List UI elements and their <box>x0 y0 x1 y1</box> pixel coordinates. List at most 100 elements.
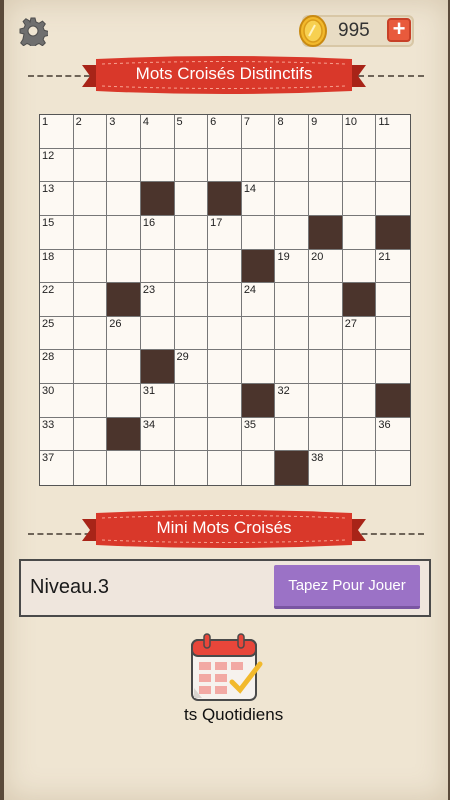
grid-cell[interactable] <box>208 350 242 385</box>
grid-cell[interactable] <box>140 451 175 485</box>
grid-cell[interactable]: 9 <box>309 115 343 149</box>
grid-cell[interactable] <box>309 350 343 385</box>
grid-cell[interactable]: 24 <box>241 283 276 317</box>
grid-cell[interactable] <box>174 283 209 317</box>
grid-cell[interactable]: 2 <box>73 115 108 149</box>
grid-cell[interactable] <box>107 350 141 385</box>
grid-cell[interactable]: 14 <box>241 182 276 216</box>
grid-cell[interactable]: 18 <box>40 249 74 284</box>
grid-cell[interactable] <box>174 451 209 485</box>
grid-cell[interactable]: 21 <box>376 249 410 284</box>
grid-cell[interactable] <box>342 417 377 452</box>
grid-cell[interactable] <box>342 384 377 418</box>
grid-cell[interactable]: 25 <box>40 316 74 351</box>
gear-icon[interactable] <box>18 16 48 46</box>
grid-cell[interactable]: 26 <box>107 316 141 351</box>
grid-cell[interactable]: 35 <box>241 417 276 452</box>
grid-cell[interactable]: 17 <box>208 215 242 250</box>
grid-cell[interactable] <box>309 417 343 452</box>
grid-cell[interactable] <box>275 148 310 183</box>
grid-cell[interactable] <box>342 350 377 385</box>
grid-cell[interactable] <box>73 148 108 183</box>
grid-cell[interactable]: 15 <box>40 215 74 250</box>
grid-cell[interactable] <box>275 215 310 250</box>
grid-cell[interactable]: 12 <box>40 148 74 183</box>
grid-cell[interactable]: 11 <box>376 115 410 149</box>
grid-cell[interactable] <box>73 215 108 250</box>
play-button[interactable]: Tapez Pour Jouer <box>274 565 420 609</box>
grid-cell[interactable] <box>309 148 343 183</box>
grid-cell[interactable] <box>376 182 410 216</box>
grid-cell[interactable] <box>241 451 276 485</box>
grid-cell[interactable] <box>107 249 141 284</box>
grid-cell[interactable] <box>174 384 209 418</box>
grid-cell[interactable] <box>309 384 343 418</box>
grid-cell[interactable]: 5 <box>174 115 209 149</box>
grid-cell[interactable] <box>376 148 410 183</box>
grid-cell[interactable]: 7 <box>241 115 276 149</box>
grid-cell[interactable]: 6 <box>208 115 242 149</box>
grid-cell[interactable] <box>208 283 242 317</box>
grid-cell[interactable] <box>208 451 242 485</box>
grid-cell[interactable]: 33 <box>40 417 74 452</box>
grid-cell[interactable] <box>208 316 242 351</box>
grid-cell[interactable]: 1 <box>40 115 74 149</box>
grid-cell[interactable]: 34 <box>140 417 175 452</box>
grid-cell[interactable] <box>309 316 343 351</box>
grid-cell[interactable] <box>73 249 108 284</box>
grid-cell[interactable] <box>342 249 377 284</box>
grid-cell[interactable]: 31 <box>140 384 175 418</box>
grid-cell[interactable] <box>174 417 209 452</box>
grid-cell[interactable]: 36 <box>376 417 410 452</box>
grid-cell[interactable] <box>309 182 343 216</box>
grid-cell[interactable]: 13 <box>40 182 74 216</box>
grid-cell[interactable]: 38 <box>309 451 343 485</box>
grid-cell[interactable] <box>376 451 410 485</box>
grid-cell[interactable] <box>342 182 377 216</box>
grid-cell[interactable] <box>342 148 377 183</box>
grid-cell[interactable] <box>107 384 141 418</box>
grid-cell[interactable] <box>376 350 410 385</box>
grid-cell[interactable]: 28 <box>40 350 74 385</box>
calendar-icon[interactable] <box>186 632 266 702</box>
grid-cell[interactable] <box>73 417 108 452</box>
grid-cell[interactable] <box>241 350 276 385</box>
grid-cell[interactable] <box>73 451 108 485</box>
grid-cell[interactable] <box>275 350 310 385</box>
grid-cell[interactable] <box>107 215 141 250</box>
grid-cell[interactable] <box>241 316 276 351</box>
grid-cell[interactable]: 37 <box>40 451 74 485</box>
add-coins-button[interactable]: + <box>387 18 411 42</box>
crossword-grid[interactable]: 1 2 3 4 5 6 7 8 9 10 11 12 13 14 15 16 17 18 19 20 21 22 23 24 2… <box>39 114 411 486</box>
grid-cell[interactable] <box>376 283 410 317</box>
grid-cell[interactable] <box>140 316 175 351</box>
grid-cell[interactable] <box>174 249 209 284</box>
grid-cell[interactable]: 30 <box>40 384 74 418</box>
grid-cell[interactable] <box>73 283 108 317</box>
grid-cell[interactable]: 23 <box>140 283 175 317</box>
grid-cell[interactable] <box>208 417 242 452</box>
grid-cell[interactable] <box>73 350 108 385</box>
grid-cell[interactable] <box>73 182 108 216</box>
grid-cell[interactable] <box>342 451 377 485</box>
grid-cell[interactable]: 20 <box>309 249 343 284</box>
grid-cell[interactable] <box>174 316 209 351</box>
grid-cell[interactable]: 27 <box>342 316 377 351</box>
grid-cell[interactable] <box>107 182 141 216</box>
grid-cell[interactable] <box>140 148 175 183</box>
grid-cell[interactable] <box>342 215 377 250</box>
grid-cell[interactable] <box>275 417 310 452</box>
grid-cell[interactable] <box>208 249 242 284</box>
grid-cell[interactable] <box>208 384 242 418</box>
grid-cell[interactable]: 19 <box>275 249 310 284</box>
grid-cell[interactable] <box>107 451 141 485</box>
grid-cell[interactable]: 32 <box>275 384 310 418</box>
grid-cell[interactable] <box>241 148 276 183</box>
grid-cell[interactable] <box>309 283 343 317</box>
grid-cell[interactable]: 10 <box>342 115 377 149</box>
grid-cell[interactable] <box>241 215 276 250</box>
grid-cell[interactable] <box>275 316 310 351</box>
grid-cell[interactable]: 3 <box>107 115 141 149</box>
grid-cell[interactable] <box>376 316 410 351</box>
grid-cell[interactable]: 29 <box>174 350 209 385</box>
